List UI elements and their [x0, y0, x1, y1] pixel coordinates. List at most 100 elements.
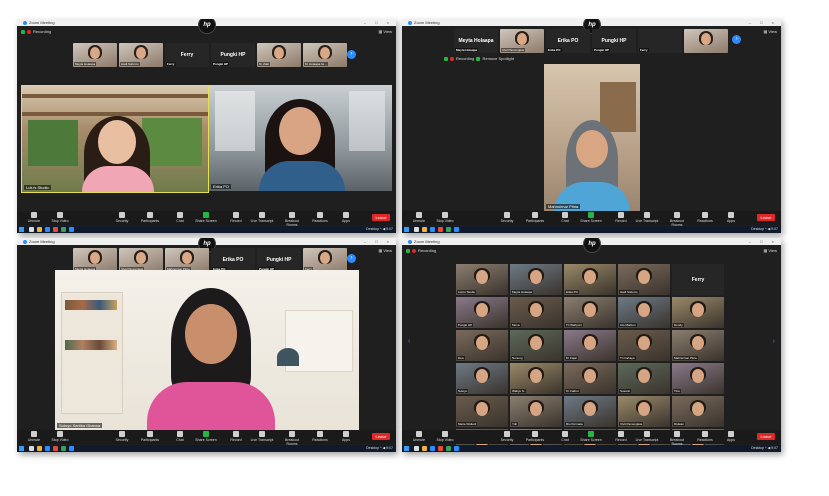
view-button[interactable]: ▦ View [764, 248, 778, 253]
gallery-tile[interactable]: Tri Cahaya [618, 330, 670, 361]
toolbar-button-breakout-rooms[interactable]: Breakout Rooms [279, 431, 305, 446]
toolbar-button-stop-video[interactable]: Stop Video [47, 431, 73, 442]
toolbar-button-live-transcript[interactable]: Live Transcript [634, 212, 660, 223]
toolbar-button-breakout-rooms[interactable]: Breakout Rooms [279, 212, 305, 227]
windows-start-icon[interactable] [404, 446, 409, 451]
leave-button[interactable]: Leave [757, 214, 775, 221]
toolbar-button-unmute[interactable]: Unmute [406, 431, 432, 442]
toolbar-button-record[interactable]: Record [608, 212, 634, 223]
toolbar-button-apps[interactable]: Apps [718, 212, 744, 223]
toolbar-button-live-transcript[interactable]: Live Transcript [249, 212, 275, 223]
gallery-tile[interactable]: Pungki HP [456, 297, 508, 328]
toolbar-button-share-screen[interactable]: Share Screen [578, 212, 604, 223]
window-controls[interactable]: – □ × [749, 19, 778, 26]
toolbar-button-participants[interactable]: Participants [522, 431, 548, 442]
next-page-button[interactable]: › [347, 50, 356, 59]
gallery-tile[interactable]: Hadi Subroto [618, 264, 670, 295]
participant-thumbnail[interactable]: Pungki HP Pungki HP [257, 248, 301, 272]
toolbar-button-participants[interactable]: Participants [137, 431, 163, 442]
toolbar-button-chat[interactable]: Chat [167, 212, 193, 223]
gallery-tile[interactable]: Tina [672, 363, 724, 394]
toolbar-button-unmute[interactable]: Unmute [406, 212, 432, 223]
gallery-tile[interactable]: Mona [510, 297, 562, 328]
toolbar-button-stop-video[interactable]: Stop Video [432, 212, 458, 223]
participant-thumbnail[interactable]: M. Zaki [257, 43, 301, 67]
participant-thumbnail[interactable]: Pungki HP Pungki HP [211, 43, 255, 67]
toolbar-button-security[interactable]: Security [494, 212, 520, 223]
gallery-tile[interactable]: Tri Wahyuni [564, 297, 616, 328]
gallery-tile[interactable]: Erika PO [564, 264, 616, 295]
remove-spotlight-button[interactable]: Remove Spotlight [482, 56, 514, 61]
system-tray[interactable]: Desktop ^ ◀ 9:07 [366, 445, 393, 452]
participant-thumbnail[interactable]: Meyta Holaapa [73, 43, 117, 67]
toolbar-button-apps[interactable]: Apps [333, 431, 359, 442]
toolbar-button-record[interactable]: Record [608, 431, 634, 442]
toolbar-button-share-screen[interactable]: Share Screen [193, 431, 219, 442]
toolbar-button-reactions[interactable]: Reactions [307, 212, 333, 223]
toolbar-button-record[interactable]: Record [223, 431, 249, 442]
toolbar-button-share-screen[interactable]: Share Screen [578, 431, 604, 442]
participant-thumbnail[interactable]: Vivit Pamungkas [500, 29, 544, 53]
toolbar-button-unmute[interactable]: Unmute [21, 212, 47, 223]
toolbar-button-live-transcript[interactable]: Live Transcript [249, 431, 275, 442]
participant-thumbnail[interactable]: Meyta Holaapa Meyta Holaapa [454, 29, 498, 53]
participant-thumbnail[interactable]: Pungki HP Pungki HP [592, 29, 636, 53]
toolbar-button-reactions[interactable]: Reactions [307, 431, 333, 442]
participant-thumbnail[interactable]: Meyta Holaapa [73, 248, 117, 272]
windows-start-icon[interactable] [19, 227, 24, 232]
toolbar-button-live-transcript[interactable]: Live Transcript [634, 431, 660, 442]
toolbar-button-participants[interactable]: Participants [137, 212, 163, 223]
gallery-tile[interactable]: Mahnoimar Pitria [672, 330, 724, 361]
view-button[interactable]: ▦ View [379, 29, 393, 34]
gallery-tile[interactable]: Meyta Holaapa [510, 264, 562, 295]
toolbar-button-security[interactable]: Security [109, 212, 135, 223]
gallery-tile[interactable]: Maria Widiarti [456, 396, 508, 427]
participant-thumbnail[interactable]: Erika PO Erika PO [211, 248, 255, 272]
toolbar-button-unmute[interactable]: Unmute [21, 431, 47, 442]
window-controls[interactable]: – □ × [749, 238, 778, 245]
leave-button[interactable]: Leave [372, 433, 390, 440]
participant-thumbnail[interactable]: M. Holaapa Gi... [303, 43, 347, 67]
toolbar-button-reactions[interactable]: Reactions [692, 431, 718, 442]
toolbar-button-share-screen[interactable]: Share Screen [193, 212, 219, 223]
participant-thumbnail[interactable]: Mahnoimar Pitria [165, 248, 209, 272]
participant-thumbnail[interactable]: Ferry [303, 248, 347, 272]
system-tray[interactable]: Desktop ^ ◀ 9:07 [366, 226, 393, 233]
gallery-tile[interactable]: Dea [456, 330, 508, 361]
prev-page-button[interactable]: ‹ [408, 338, 410, 345]
gallery-tile[interactable]: M. Fathul [564, 363, 616, 394]
system-tray[interactable]: Desktop ^ ◀ 9:07 [751, 445, 778, 452]
gallery-tile[interactable]: Lulu's Studio [456, 264, 508, 295]
next-page-button[interactable]: › [347, 254, 356, 263]
toolbar-button-breakout-rooms[interactable]: Breakout Rooms [664, 431, 690, 446]
leave-button[interactable]: Leave [372, 214, 390, 221]
participant-thumbnail[interactable]: Erika PO Erika PO [546, 29, 590, 53]
toolbar-button-chat[interactable]: Chat [167, 431, 193, 442]
gallery-tile[interactable]: Ferry [672, 264, 724, 295]
view-button[interactable]: ▦ View [379, 248, 393, 253]
participant-thumbnail[interactable]: Vivit Pamungkas [119, 248, 163, 272]
gallery-tile[interactable]: M. Fajar [564, 330, 616, 361]
window-controls[interactable]: – □ × [364, 19, 393, 26]
gallery-tile[interactable]: Susanti [618, 363, 670, 394]
gallery-tile[interactable]: Yuli [510, 396, 562, 427]
leave-button[interactable]: Leave [757, 433, 775, 440]
participant-thumbnail[interactable]: Ferry Ferry [165, 43, 209, 67]
gallery-tile[interactable]: Sutoyo [456, 363, 508, 394]
toolbar-button-participants[interactable]: Participants [522, 212, 548, 223]
toolbar-button-security[interactable]: Security [109, 431, 135, 442]
participant-thumbnail[interactable]: Ferry [638, 29, 682, 53]
toolbar-button-chat[interactable]: Chat [552, 212, 578, 223]
gallery-tile[interactable]: Vivit Pamungkas [618, 396, 670, 427]
toolbar-button-stop-video[interactable]: Stop Video [47, 212, 73, 223]
next-page-button[interactable]: › [732, 35, 741, 44]
gallery-tile[interactable]: Rio Permata [564, 396, 616, 427]
windows-start-icon[interactable] [404, 227, 409, 232]
toolbar-button-security[interactable]: Security [494, 431, 520, 442]
gallery-tile[interactable]: Dendy [672, 297, 724, 328]
system-tray[interactable]: Desktop ^ ◀ 9:07 [751, 226, 778, 233]
gallery-tile[interactable]: Ridwan [672, 396, 724, 427]
participant-thumbnail[interactable] [684, 29, 728, 53]
toolbar-button-apps[interactable]: Apps [718, 431, 744, 442]
toolbar-button-apps[interactable]: Apps [333, 212, 359, 223]
